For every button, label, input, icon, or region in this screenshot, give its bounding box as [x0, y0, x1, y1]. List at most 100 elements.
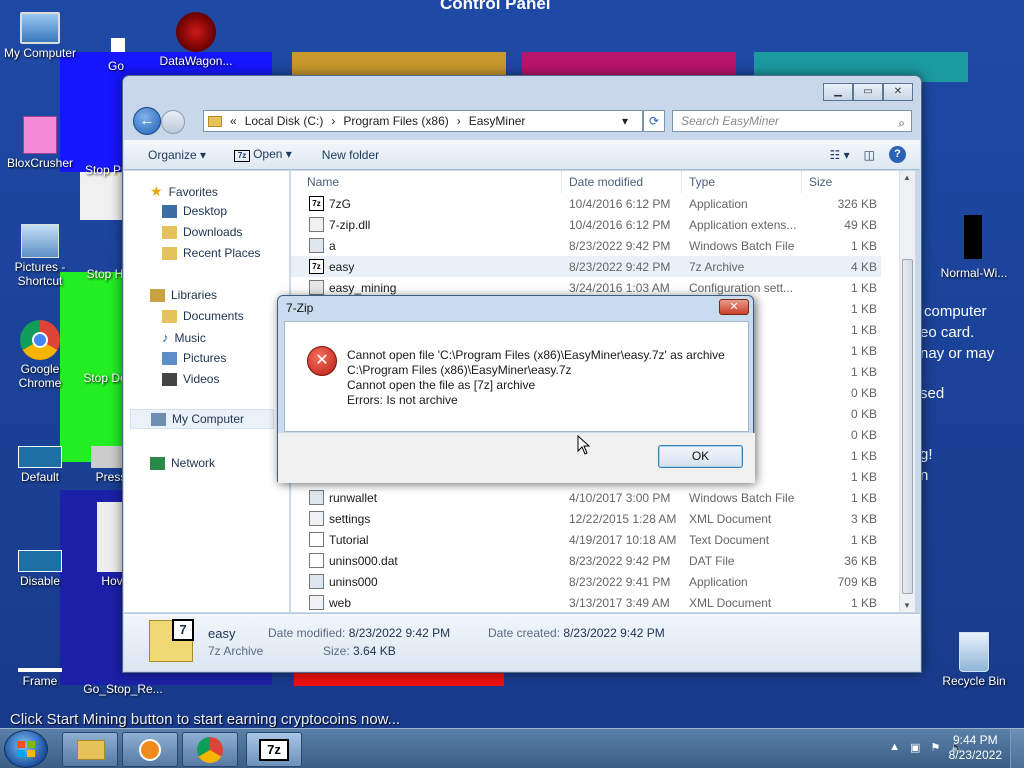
scroll-up-icon[interactable]: ▲ — [903, 173, 911, 182]
desktop-icon-normal-wi[interactable]: Normal-Wi... — [934, 266, 1014, 280]
chrome-icon-center — [32, 332, 48, 348]
desktop-icon-frame[interactable]: Frame — [0, 668, 80, 688]
new-folder-button[interactable]: New folder — [322, 148, 379, 162]
taskbar-explorer[interactable] — [62, 732, 118, 767]
dialog-close-button[interactable]: ✕ — [719, 299, 749, 315]
details-pane: 7 easy 7z Archive Date modified: 8/23/20… — [124, 613, 920, 671]
address-prefix[interactable]: « — [230, 114, 237, 128]
desktop-icon-recycle-bin[interactable]: Recycle Bin — [934, 632, 1014, 688]
nav-favorites[interactable]: ★ Favorites — [150, 183, 218, 200]
file-row[interactable]: Tutorial 4/19/2017 10:18 AM Text Document 1… — [291, 529, 881, 550]
organize-menu[interactable]: Organize ▾ — [148, 148, 206, 162]
file-size: 0 KB — [850, 428, 877, 442]
taskbar-chrome[interactable] — [182, 732, 238, 767]
file-row[interactable]: a 8/23/2022 9:42 PM Windows Batch File 1 KB — [291, 235, 881, 256]
star-icon: ★ — [150, 183, 163, 199]
desktop-icon-go[interactable] — [78, 38, 158, 56]
file-row[interactable]: 7z 7zG 10/4/2016 6:12 PM Application 326 KB — [291, 193, 881, 214]
breadcrumb-local-disk[interactable]: Local Disk (C:) — [245, 114, 324, 128]
file-row[interactable]: unins000 8/23/2022 9:41 PM Application 709 … — [291, 571, 881, 592]
nav-network[interactable]: Network — [150, 456, 215, 470]
7zip-icon: 7z — [259, 739, 289, 761]
file-size: 1 KB — [850, 596, 877, 610]
nav-music[interactable]: ♪ Music — [162, 330, 206, 345]
file-row[interactable]: web 3/13/2017 3:49 AM XML Document 1 KB — [291, 592, 881, 613]
desktop-icon-bloxcrusher[interactable]: BloxCrusher — [0, 116, 80, 170]
desktop-icon-datawagon[interactable]: DataWagon... — [156, 12, 236, 68]
breadcrumb-separator-icon[interactable]: › — [457, 114, 461, 128]
close-button[interactable]: ✕ — [883, 83, 913, 101]
file-row[interactable]: 7-zip.dll 10/4/2016 6:12 PM Application ex… — [291, 214, 881, 235]
file-row[interactable]: settings 12/22/2015 1:28 AM XML Document 3 … — [291, 508, 881, 529]
show-desktop-button[interactable] — [1010, 729, 1024, 768]
error-icon: ✕ — [307, 346, 337, 376]
file-row[interactable]: 7z easy 8/23/2022 9:42 PM 7z Archive 4 KB — [291, 256, 881, 277]
network-tray-icon[interactable]: ▣ — [910, 741, 920, 754]
clock[interactable]: 9:44 PM 8/23/2022 — [949, 733, 1002, 763]
breadcrumb-separator-icon[interactable]: › — [331, 114, 335, 128]
refresh-button[interactable]: ⟳ — [643, 110, 665, 132]
error-line: Errors: Is not archive — [347, 393, 458, 407]
maximize-button[interactable]: ▭ — [853, 83, 883, 101]
mining-tip: Click Start Mining button to start earni… — [10, 711, 401, 728]
breadcrumb-program-files[interactable]: Program Files (x86) — [343, 114, 448, 128]
scroll-down-icon[interactable]: ▼ — [903, 601, 911, 610]
desktop-icon-pictures-shortcut[interactable]: Pictures - Shortcut — [0, 224, 80, 288]
address-bar[interactable]: « Local Disk (C:) › Program Files (x86) › … — [203, 110, 643, 132]
ok-button[interactable]: OK — [658, 445, 743, 468]
search-input[interactable]: Search EasyMiner ⌕ — [672, 110, 912, 132]
network-icon — [150, 456, 165, 470]
file-name: runwallet — [329, 491, 378, 505]
file-name: 7-zip.dll — [329, 218, 371, 232]
action-center-icon[interactable]: ⚑ — [930, 741, 940, 754]
error-line: C:\Program Files (x86)\EasyMiner\easy.7z — [347, 363, 572, 377]
column-divider — [801, 171, 802, 193]
file-type: Application — [689, 575, 748, 589]
desktop-icon-go-stop-re[interactable]: Go_Stop_Re... — [78, 682, 168, 696]
minimize-button[interactable]: ▁ — [823, 83, 853, 101]
help-icon[interactable]: ? — [889, 146, 906, 163]
folder-icon — [77, 740, 105, 760]
start-button[interactable] — [4, 730, 48, 768]
nav-documents[interactable]: Documents — [162, 309, 244, 323]
column-header-name[interactable]: Name — [307, 175, 339, 189]
file-icon — [111, 38, 125, 52]
desktop-icon-default[interactable]: Default — [0, 446, 80, 484]
breadcrumb-easyminer[interactable]: EasyMiner — [469, 114, 526, 128]
forward-button[interactable] — [161, 110, 185, 134]
background-text-4: sed — [920, 385, 945, 402]
nav-desktop[interactable]: Desktop — [162, 204, 227, 218]
taskbar-media-player[interactable] — [122, 732, 178, 767]
nav-videos[interactable]: Videos — [162, 372, 219, 386]
file-size: 1 KB — [850, 344, 877, 358]
window-controls: ▁ ▭ ✕ — [823, 83, 913, 101]
details-filename: easy — [208, 626, 236, 641]
column-header-size[interactable]: Size — [809, 175, 832, 189]
nav-recent-places[interactable]: Recent Places — [162, 246, 260, 260]
open-menu[interactable]: 7z Open ▾ — [234, 147, 292, 162]
desktop-icon-disable[interactable]: Disable — [0, 550, 80, 588]
error-dialog: 7-Zip ✕ ✕ Cannot open file 'C:\Program F… — [277, 295, 755, 483]
file-row[interactable]: unins000.dat 8/23/2022 9:42 PM DAT File 36 … — [291, 550, 881, 571]
file-row[interactable]: runwallet 4/10/2017 3:00 PM Windows Batch … — [291, 487, 881, 508]
show-hidden-icons[interactable]: ▲ — [889, 741, 900, 754]
nav-downloads[interactable]: Downloads — [162, 225, 242, 239]
vertical-scrollbar[interactable]: ▲ ▼ — [899, 171, 915, 612]
error-line: Cannot open the file as [7z] archive — [347, 378, 536, 392]
column-header-type[interactable]: Type — [689, 175, 715, 189]
back-button[interactable]: ← — [133, 107, 161, 135]
address-dropdown-icon[interactable]: ▾ — [622, 114, 628, 128]
view-options-icon[interactable]: ☷ ▾ — [830, 148, 850, 162]
nav-pictures[interactable]: Pictures — [162, 351, 226, 365]
column-header-date[interactable]: Date modified — [569, 175, 643, 189]
preview-pane-icon[interactable]: ◫ — [864, 148, 875, 162]
nav-libraries[interactable]: Libraries — [150, 288, 217, 302]
desktop-icon-my-computer[interactable]: My Computer — [0, 12, 80, 60]
scrollbar-thumb[interactable] — [902, 259, 913, 594]
taskbar-7zip[interactable]: 7z — [246, 732, 302, 767]
7z-archive-icon: 7 — [149, 619, 194, 662]
desktop-icon-google-chrome[interactable]: Google Chrome — [0, 320, 80, 390]
file-date: 10/4/2016 6:12 PM — [569, 218, 671, 232]
computer-icon — [20, 12, 60, 44]
nav-my-computer[interactable]: My Computer — [130, 409, 274, 429]
